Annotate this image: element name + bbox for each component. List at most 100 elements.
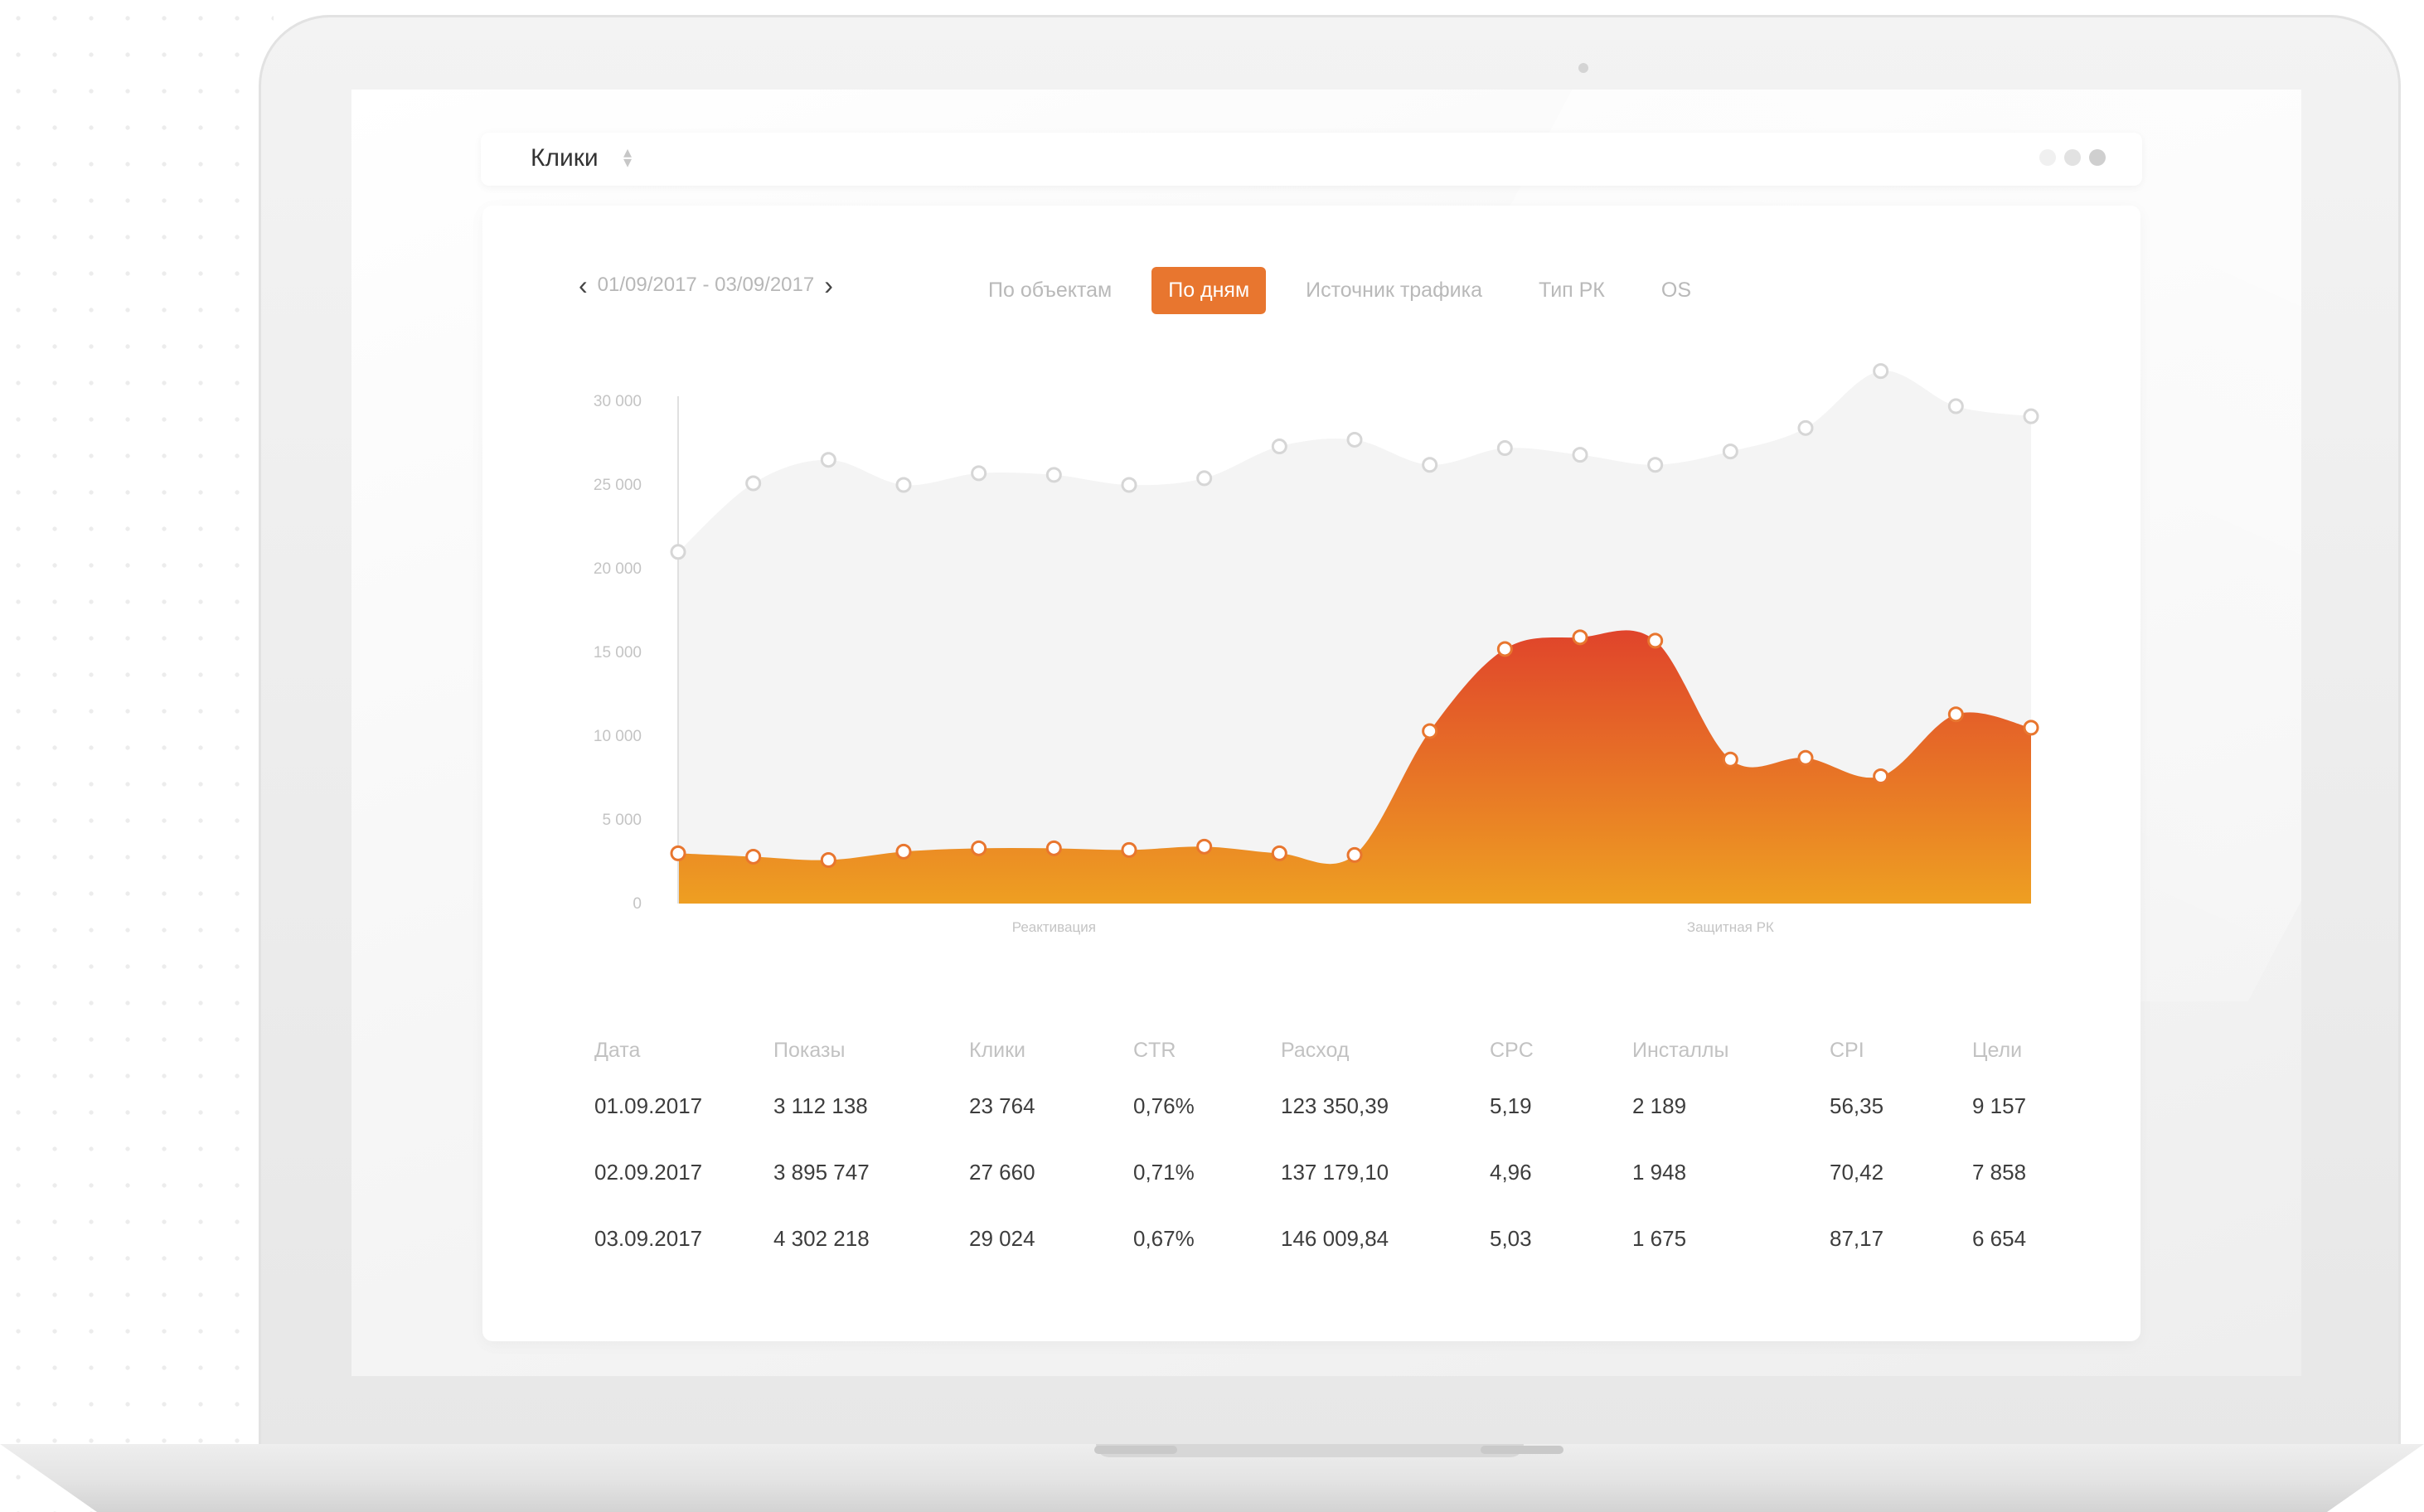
background-data-point xyxy=(1722,443,1738,460)
background-data-point xyxy=(1422,457,1438,473)
chevron-right-icon[interactable]: › xyxy=(824,272,833,298)
camera-icon xyxy=(1578,63,1588,73)
table-cell: 3 112 138 xyxy=(773,1093,868,1118)
background-data-point xyxy=(1196,470,1213,487)
column-header[interactable]: Клики xyxy=(968,1028,1132,1073)
column-header[interactable]: Показы xyxy=(773,1028,968,1073)
table-cell: 3 895 747 xyxy=(773,1159,870,1185)
background-data-point xyxy=(1346,431,1363,448)
hinge-left xyxy=(1094,1446,1177,1454)
table-cell: 5,19 xyxy=(1490,1093,1532,1118)
clicks-data-point xyxy=(745,848,762,865)
background-data-point xyxy=(1271,439,1287,455)
chevron-left-icon[interactable]: ‹ xyxy=(579,272,588,298)
table-cell: 0,71% xyxy=(1133,1159,1195,1185)
chart-area: 30 000 25 000 20 000 15 000 10 000 5 000 0 Реак… xyxy=(482,206,2140,952)
chart-annotation-label: Защитная РК xyxy=(1687,919,1774,935)
background-data-point xyxy=(1572,447,1588,463)
clicks-data-point xyxy=(2023,720,2039,736)
clicks-data-point xyxy=(1121,841,1137,858)
window-dot-icon[interactable] xyxy=(2039,149,2056,166)
background-data-point xyxy=(895,477,912,493)
clicks-data-point xyxy=(670,845,686,861)
tab-by-days[interactable]: По дням xyxy=(1151,267,1267,314)
column-header[interactable]: Инсталлы xyxy=(1631,1028,1829,1073)
table-cell: 87,17 xyxy=(1830,1225,1884,1251)
table-cell: 123 350,39 xyxy=(1281,1093,1389,1118)
background-data-point xyxy=(745,475,762,492)
clicks-data-point xyxy=(1496,641,1513,657)
tab-traffic-source[interactable]: Источник трафика xyxy=(1289,267,1499,314)
table-row[interactable]: 03.09.2017 4 302 218 29 024 0,67% 146 00… xyxy=(594,1205,2073,1272)
clicks-data-point xyxy=(820,851,836,868)
column-header[interactable]: CPI xyxy=(1829,1028,1971,1073)
background-data-point xyxy=(820,452,836,468)
date-range-picker: ‹ 01/09/2017 - 03/09/2017 › xyxy=(579,272,833,298)
clicks-data-point xyxy=(1422,723,1438,739)
sort-arrows-icon[interactable]: ▴ ▾ xyxy=(623,144,632,171)
table-cell: 7 858 xyxy=(1972,1159,2027,1185)
group-by-tabs: По объектам По дням Источник трафика Тип… xyxy=(972,267,1708,314)
window-dot-icon[interactable] xyxy=(2089,149,2106,166)
clicks-data-point xyxy=(895,843,912,860)
date-range-label[interactable]: 01/09/2017 - 03/09/2017 xyxy=(598,274,815,297)
column-header[interactable]: Цели xyxy=(1971,1028,2073,1073)
tab-os[interactable]: OS xyxy=(1645,267,1708,314)
background-data-point xyxy=(1045,467,1062,483)
table-cell: 1 948 xyxy=(1632,1159,1687,1185)
table-row[interactable]: 02.09.2017 3 895 747 27 660 0,71% 137 17… xyxy=(594,1139,2073,1205)
clicks-data-point xyxy=(1947,706,1964,723)
y-tick-label: 30 000 xyxy=(594,393,642,410)
y-tick-label: 10 000 xyxy=(594,728,642,745)
clicks-data-point xyxy=(1722,751,1738,768)
background-data-point xyxy=(971,465,987,482)
window-titlebar: Клики ▴ ▾ xyxy=(481,133,2142,186)
table-cell: 01.09.2017 xyxy=(594,1093,703,1118)
background-data-point xyxy=(1797,419,1814,436)
background-dot-pattern xyxy=(0,0,274,1512)
background-data-point xyxy=(1496,440,1513,457)
background-data-point xyxy=(670,544,686,560)
clicks-data-point xyxy=(1346,846,1363,863)
background-data-point xyxy=(1947,398,1964,414)
y-tick-label: 0 xyxy=(633,895,642,913)
table-cell: 4 302 218 xyxy=(773,1225,870,1251)
window-dot-icon[interactable] xyxy=(2064,149,2081,166)
table-cell: 23 764 xyxy=(969,1093,1035,1118)
background-data-point xyxy=(1121,477,1137,493)
table-cell: 2 189 xyxy=(1632,1093,1687,1118)
chart-annotation-label: Реактивация xyxy=(1012,919,1096,935)
y-tick-label: 15 000 xyxy=(594,644,642,662)
table-cell: 02.09.2017 xyxy=(594,1159,703,1185)
clicks-data-point xyxy=(1797,749,1814,766)
background-data-point xyxy=(2023,408,2039,424)
clicks-data-point xyxy=(1271,845,1287,861)
column-header[interactable]: Дата xyxy=(594,1028,773,1073)
clicks-data-point xyxy=(1873,768,1889,784)
tab-by-objects[interactable]: По объектам xyxy=(972,267,1128,314)
table-cell: 9 157 xyxy=(1972,1093,2027,1118)
column-header[interactable]: CPC xyxy=(1489,1028,1631,1073)
table-cell: 70,42 xyxy=(1830,1159,1884,1185)
clicks-data-point xyxy=(1045,840,1062,856)
table-cell: 137 179,10 xyxy=(1281,1159,1389,1185)
clicks-data-point xyxy=(1196,838,1213,855)
y-tick-label: 5 000 xyxy=(602,812,642,829)
clicks-data-point xyxy=(1572,629,1588,646)
table-row[interactable]: 01.09.2017 3 112 138 23 764 0,76% 123 35… xyxy=(594,1073,2073,1139)
table-cell: 27 660 xyxy=(969,1159,1035,1185)
clicks-data-point xyxy=(971,840,987,856)
tab-campaign-type[interactable]: Тип РК xyxy=(1522,267,1622,314)
table-cell: 56,35 xyxy=(1830,1093,1884,1118)
table-cell: 0,67% xyxy=(1133,1225,1195,1251)
table-cell: 1 675 xyxy=(1632,1225,1687,1251)
column-header[interactable]: Расход xyxy=(1280,1028,1489,1073)
clicks-data-point xyxy=(1647,632,1664,649)
y-tick-label: 20 000 xyxy=(594,560,642,578)
table-cell: 29 024 xyxy=(969,1225,1035,1251)
window-controls xyxy=(2039,149,2106,166)
column-header[interactable]: CTR xyxy=(1132,1028,1280,1073)
table-cell: 03.09.2017 xyxy=(594,1225,703,1251)
metric-selector[interactable]: Клики xyxy=(531,144,599,172)
table-cell: 5,03 xyxy=(1490,1225,1532,1251)
